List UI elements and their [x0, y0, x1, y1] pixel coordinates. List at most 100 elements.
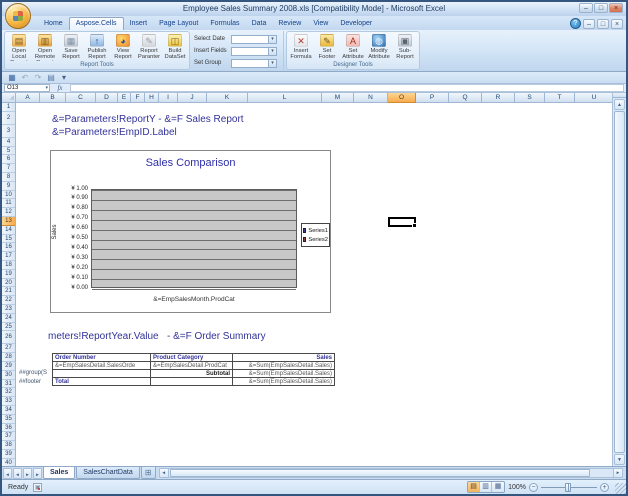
insert-fields-combo[interactable]: ▾ — [231, 47, 277, 56]
name-box[interactable]: O13 ▾ — [4, 84, 50, 92]
scroll-up-button[interactable]: ▲ — [614, 99, 625, 110]
minimize-button[interactable]: – — [579, 3, 593, 13]
select-all-button[interactable]: ◢ — [2, 93, 16, 103]
sheet-tab-sales[interactable]: Sales — [43, 467, 75, 479]
column-header-r[interactable]: R — [482, 93, 515, 103]
split-handle[interactable] — [613, 93, 626, 98]
normal-view-button[interactable]: ▤ — [468, 482, 480, 492]
row-header-33[interactable]: 33 — [2, 397, 15, 406]
restore-button[interactable]: □ — [594, 3, 608, 13]
sheet-tab-saleschartdata[interactable]: SalesChartData — [76, 467, 139, 479]
set-footer-button[interactable]: ✎Set Footer — [314, 33, 340, 61]
chevron-down-icon[interactable]: ▾ — [268, 60, 276, 67]
workbook-restore-button[interactable]: □ — [597, 19, 609, 29]
column-header-e[interactable]: E — [118, 93, 131, 103]
table-header-sales[interactable]: Sales — [233, 354, 335, 362]
order-summary-table[interactable]: Order NumberProduct CategorySales&=EmpSa… — [52, 353, 335, 386]
insert-worksheet-tab[interactable]: ⊞ — [141, 467, 156, 479]
office-button[interactable] — [5, 3, 31, 29]
insert-formula-button[interactable]: ✕Insert Formula — [288, 33, 314, 61]
zoom-slider-thumb[interactable] — [565, 483, 571, 492]
table-header-order-number[interactable]: Order Number — [53, 354, 151, 362]
publish-report-button[interactable]: ↑Publish Report — [84, 33, 110, 61]
ribbon-tab-aspose-cells[interactable]: Aspose.Cells — [69, 17, 124, 30]
qat-dropdown-icon[interactable]: ▾ — [59, 73, 69, 83]
row-header-21[interactable]: 21 — [2, 287, 15, 296]
ribbon-tab-view[interactable]: View — [307, 18, 334, 30]
employee-label-cell[interactable]: &=Parameters!EmpID.Label — [52, 127, 177, 138]
column-header-o[interactable]: O — [388, 93, 416, 103]
sales-comparison-chart[interactable]: Sales Comparison Sales ¥ 1.00¥ 0.90¥ 0.8… — [50, 150, 331, 313]
row-header-36[interactable]: 36 — [2, 424, 15, 433]
row-header-25[interactable]: 25 — [2, 323, 15, 332]
view-report-button[interactable]: ◕View Report — [110, 33, 136, 61]
row-header-17[interactable]: 17 — [2, 252, 15, 261]
set-group-combo[interactable]: ▾ — [231, 59, 277, 68]
column-header-d[interactable]: D — [96, 93, 118, 103]
column-header-h[interactable]: H — [145, 93, 159, 103]
row-header-9[interactable]: 9 — [2, 182, 15, 191]
order-summary-title-cell[interactable]: meters!ReportYear.Value - &=F Order Summ… — [48, 331, 266, 342]
row-header-8[interactable]: 8 — [2, 173, 15, 182]
table-cell[interactable] — [53, 370, 151, 378]
table-header-product-category[interactable]: Product Category — [151, 354, 233, 362]
vertical-scrollbar[interactable]: ▲ ▼ — [612, 93, 626, 466]
ribbon-tab-developer[interactable]: Developer — [334, 18, 378, 30]
open-local-report-button[interactable]: ▤Open Local Report — [6, 33, 32, 61]
table-cell[interactable]: &=Sum(EmpSalesDetail.Sales) — [233, 370, 335, 378]
row-header-18[interactable]: 18 — [2, 261, 15, 270]
table-cell[interactable]: &=EmpSalesDetail.SalesOrde — [53, 362, 151, 370]
row-header-31[interactable]: 31 — [2, 380, 15, 389]
zoom-level-label[interactable]: 100% — [508, 484, 526, 491]
vertical-scroll-thumb[interactable] — [614, 111, 625, 453]
sub-report-button[interactable]: ▣Sub-Report — [392, 33, 418, 61]
column-header-t[interactable]: T — [545, 93, 575, 103]
column-header-b[interactable]: B — [40, 93, 66, 103]
macro-record-button[interactable]: ▣ — [33, 483, 42, 492]
column-header-s[interactable]: S — [515, 93, 545, 103]
row-header-13[interactable]: 13 — [2, 217, 15, 226]
scroll-down-button[interactable]: ▼ — [614, 454, 625, 465]
row-header-24[interactable]: 24 — [2, 314, 15, 323]
column-header-q[interactable]: Q — [449, 93, 482, 103]
row-header-12[interactable]: 12 — [2, 208, 15, 217]
modify-attribute-button[interactable]: ◍Modify Attribute — [366, 33, 392, 61]
table-cell[interactable]: &=Sum(EmpSalesDetail.Sales) — [233, 378, 335, 386]
worksheet-grid[interactable]: &=Parameters!ReportY - &=F Sales Report … — [2, 103, 626, 466]
previous-sheet-button[interactable]: ◄ — [13, 468, 22, 479]
row-header-3[interactable]: 3 — [2, 125, 15, 138]
column-header-f[interactable]: F — [131, 93, 145, 103]
last-sheet-button[interactable]: ► — [33, 468, 42, 479]
column-header-k[interactable]: K — [207, 93, 248, 103]
horizontal-scroll-thumb[interactable] — [170, 469, 590, 477]
row-header-4[interactable]: 4 — [2, 138, 15, 147]
row-header-1[interactable]: 1 — [2, 103, 15, 112]
open-remote-report-button[interactable]: ▥Open Remote Report — [32, 33, 58, 61]
ribbon-tab-review[interactable]: Review — [272, 18, 307, 30]
zoom-slider[interactable] — [541, 483, 597, 492]
row-header-37[interactable]: 37 — [2, 432, 15, 441]
table-cell[interactable]: &=Sum(EmpSalesDetail.Sales) — [233, 362, 335, 370]
zoom-in-button[interactable]: + — [600, 483, 609, 492]
active-cell-O13[interactable] — [388, 217, 416, 227]
row-header-32[interactable]: 32 — [2, 388, 15, 397]
row-header-26[interactable]: 26 — [2, 331, 15, 344]
zoom-out-button[interactable]: − — [529, 483, 538, 492]
workbook-close-button[interactable]: × — [611, 19, 623, 29]
row-header-19[interactable]: 19 — [2, 270, 15, 279]
redo-icon[interactable]: ↷ — [33, 73, 43, 83]
row-header-15[interactable]: 15 — [2, 235, 15, 244]
resize-grip[interactable] — [615, 483, 626, 494]
row-header-10[interactable]: 10 — [2, 191, 15, 200]
table-cell[interactable]: &=EmpSalesDetail.ProdCat — [151, 362, 233, 370]
first-sheet-button[interactable]: ◄ — [3, 468, 12, 479]
close-button[interactable]: × — [609, 3, 623, 13]
name-box-dropdown-icon[interactable]: ▾ — [45, 85, 48, 91]
table-cell[interactable]: Total — [53, 378, 151, 386]
report-paranter-button[interactable]: ✎Report Paranter — [136, 33, 162, 61]
footer-marker-cell[interactable]: ##footer — [19, 379, 41, 385]
ribbon-tab-formulas[interactable]: Formulas — [204, 18, 245, 30]
row-header-7[interactable]: 7 — [2, 164, 15, 173]
report-title-cell[interactable]: &=Parameters!ReportY - &=F Sales Report — [52, 114, 244, 125]
ribbon-tab-data[interactable]: Data — [246, 18, 273, 30]
